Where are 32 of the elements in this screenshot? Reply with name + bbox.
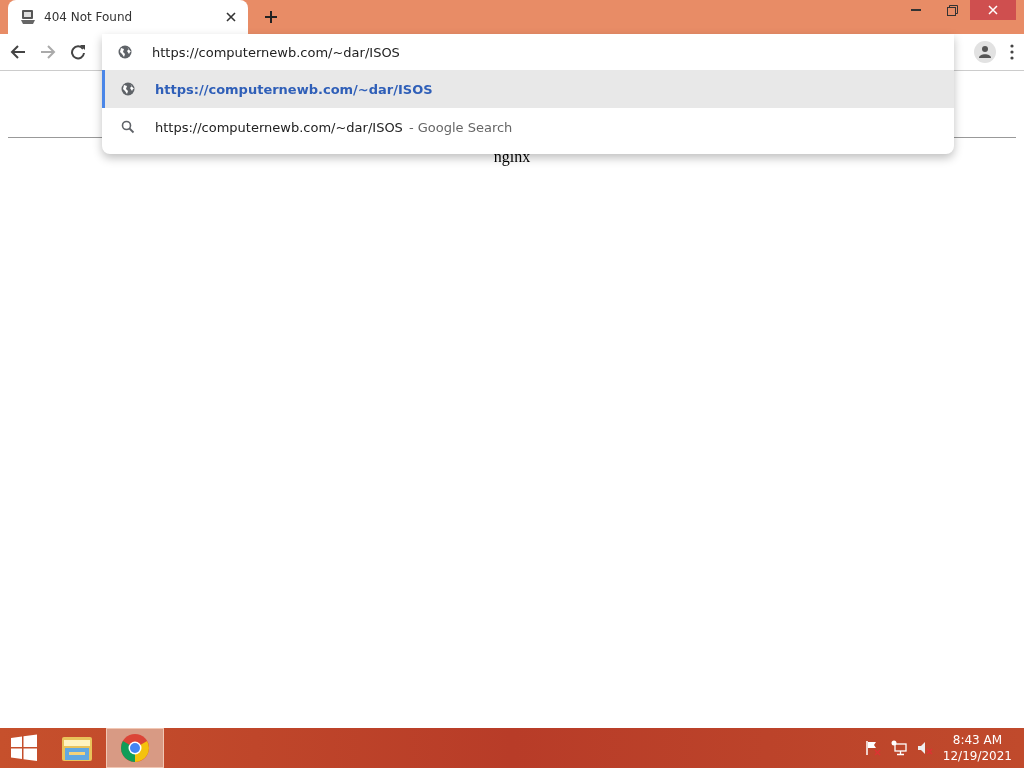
- tab-title: 404 Not Found: [44, 10, 134, 24]
- computer-icon: [20, 9, 36, 25]
- suggestion-text: https://computernewb.com/~dar/ISOS: [155, 81, 433, 97]
- globe-icon: [121, 82, 135, 96]
- search-icon: [121, 120, 135, 134]
- network-icon: [890, 740, 907, 756]
- suggestion-suffix: - Google Search: [408, 119, 513, 135]
- clock-date: 12/19/2021: [942, 748, 1012, 764]
- menu-icon[interactable]: [1010, 44, 1014, 60]
- close-icon: [988, 5, 998, 15]
- flag-icon: [864, 740, 881, 756]
- reload-icon[interactable]: [70, 44, 86, 60]
- suggestion-item[interactable]: https://computernewb.com/~dar/ISOS - Google Search: [102, 108, 954, 146]
- chrome-icon: [120, 733, 150, 763]
- folder-icon: [61, 734, 93, 762]
- profile-avatar[interactable]: [974, 41, 996, 63]
- clock[interactable]: 8:43 AM 12/19/2021: [942, 732, 1012, 764]
- restore-icon: [946, 4, 958, 16]
- close-tab-icon[interactable]: [226, 12, 236, 22]
- minimize-icon: [911, 8, 921, 12]
- muted-speaker-icon: [916, 740, 933, 756]
- windows-logo-icon: [10, 734, 38, 762]
- suggestion-text: https://computernewb.com/~dar/ISOS: [155, 119, 403, 135]
- suggestion-item[interactable]: https://computernewb.com/~dar/ISOS: [102, 70, 954, 108]
- back-icon[interactable]: [10, 44, 26, 60]
- clock-time: 8:43 AM: [952, 732, 1003, 748]
- taskbar-app[interactable]: [106, 728, 164, 768]
- new-tab-icon[interactable]: [264, 10, 278, 24]
- globe-icon: [118, 45, 132, 59]
- address-field[interactable]: https://computernewb.com/~dar/ISOS: [152, 44, 752, 60]
- browser-tab[interactable]: 404 Not Found: [8, 0, 248, 34]
- server-name: nginx: [492, 148, 532, 166]
